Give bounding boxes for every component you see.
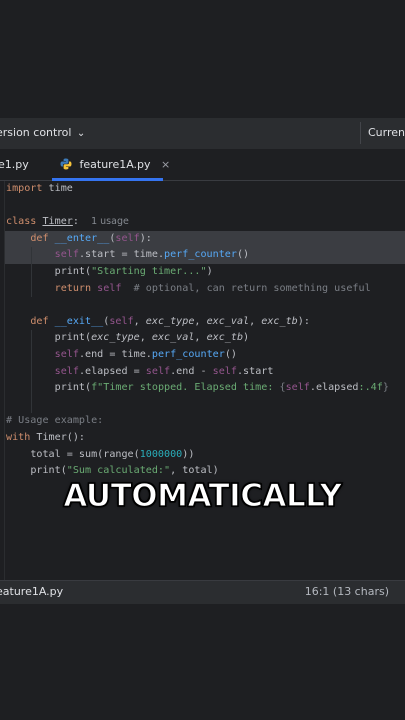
self-keyword: self (285, 382, 310, 393)
parameter: exc_tb (261, 316, 298, 327)
code-text: () (224, 349, 237, 360)
code-comment: # Usage example: (6, 415, 104, 426)
string-literal: f"Timer stopped. Elapsed time: (91, 382, 280, 393)
code-line-6: print("Starting timer...") (6, 264, 213, 281)
tab-label: feature1A.py (79, 158, 151, 171)
usage-hint[interactable]: 1 usage (91, 216, 129, 227)
chevron-down-icon: ⌄ (76, 128, 86, 139)
code-text: ) (243, 332, 250, 343)
code-text: .elapsed = (78, 366, 146, 377)
code-text: Timer(): (30, 432, 86, 443)
video-bottom-band (0, 604, 405, 720)
code-text: )) (182, 449, 195, 460)
cursor-position[interactable]: 16:1 (13 chars) (305, 585, 389, 598)
code-comment: # optional, can return something useful (133, 283, 371, 294)
number-literal: 1000000 (139, 449, 183, 460)
code-text: time (42, 183, 73, 194)
code-line-13: print(f"Timer stopped. Elapsed time: {se… (6, 380, 389, 397)
keyword: return (54, 283, 92, 294)
code-text: ): (139, 233, 152, 244)
self-keyword: self (54, 249, 79, 260)
tab-label: e1.py (0, 158, 29, 171)
close-icon[interactable]: × (161, 158, 170, 171)
parameter: exc_tb (206, 332, 244, 343)
version-control-menu[interactable]: ersion control ⌄ (0, 126, 85, 139)
python-file-icon (60, 158, 72, 170)
format-spec: :.4f (358, 382, 383, 393)
self-keyword: self (109, 316, 134, 327)
code-text: , total) (170, 465, 219, 476)
tab-feature1a-py[interactable]: feature1A.py × (52, 150, 170, 181)
code-text: .start (236, 366, 274, 377)
ide-toolbar: ersion control ⌄ Curren (0, 118, 405, 150)
parameter: exc_type (91, 332, 140, 343)
code-text: .end = time. (78, 349, 152, 360)
code-line-17: total = sum(range(1000000)) (6, 447, 194, 464)
self-keyword: self (54, 349, 79, 360)
code-text: .start = time. (78, 249, 165, 260)
code-text: ) (206, 266, 213, 277)
code-editor[interactable]: import time class Timer: 1 usage def __e… (0, 181, 405, 580)
status-file-name[interactable]: eature1A.py (0, 585, 63, 598)
code-line-9: def __exit__(self, exc_type, exc_val, ex… (6, 314, 310, 331)
code-line-5: self.start = time.perf_counter() (6, 247, 249, 264)
keyword: def (30, 316, 49, 327)
code-text: print( (54, 332, 92, 343)
version-control-label: ersion control (0, 126, 72, 139)
code-line-7: return self # optional, can return somet… (6, 281, 371, 298)
keyword: class (6, 216, 37, 227)
code-text: print( (54, 266, 92, 277)
string-literal: "Starting timer..." (91, 266, 207, 277)
code-text: , (139, 332, 152, 343)
code-line-1: import time (6, 181, 73, 198)
editor-tabs: e1.py feature1A.py × (0, 150, 405, 181)
code-text: total = sum(range( (30, 449, 140, 460)
parameter: exc_type (145, 316, 195, 327)
video-caption: AUTOMATICALLY (63, 477, 343, 514)
code-text: .elapsed (309, 382, 359, 393)
self-keyword: self (115, 233, 140, 244)
tab-e1-py[interactable]: e1.py (0, 150, 29, 180)
code-line-3: class Timer: 1 usage (6, 214, 129, 231)
self-keyword: self (145, 366, 171, 377)
code-text: .end - (170, 366, 213, 377)
self-keyword: self (212, 366, 237, 377)
code-text: , (249, 316, 262, 327)
function-name: __exit__ (54, 316, 104, 327)
code-line-10: print(exc_type, exc_val, exc_tb) (6, 330, 250, 347)
status-bar: eature1A.py 16:1 (13 chars) (0, 580, 405, 604)
fstring-brace: } (382, 382, 389, 393)
code-line-16: with Timer(): (6, 430, 85, 447)
self-keyword: self (97, 283, 122, 294)
current-file-menu[interactable]: Curren (368, 126, 405, 139)
code-text: () (236, 249, 250, 260)
code-text: : (72, 216, 79, 227)
code-line-12: self.elapsed = self.end - self.start (6, 364, 274, 381)
current-file-label: Curren (367, 126, 405, 139)
function-call: perf_counter (164, 249, 237, 260)
string-literal: "Sum calculated:" (66, 465, 171, 476)
self-keyword: self (54, 366, 79, 377)
code-line-15: # Usage example: (6, 413, 103, 430)
code-text: , (133, 316, 146, 327)
code-line-4: def __enter__(self): (6, 231, 152, 248)
code-text: , (194, 332, 207, 343)
code-text: print( (54, 382, 92, 393)
parameter: exc_val (206, 316, 250, 327)
function-call: perf_counter (151, 349, 225, 360)
toolbar-divider (360, 122, 361, 144)
video-top-band (0, 0, 405, 118)
code-text: ): (297, 316, 310, 327)
code-text: , (194, 316, 207, 327)
class-name[interactable]: Timer (42, 216, 72, 227)
code-text: print( (30, 465, 67, 476)
parameter: exc_val (151, 332, 195, 343)
keyword: import (6, 183, 43, 194)
keyword: def (30, 233, 49, 244)
function-name: __enter__ (54, 233, 110, 244)
code-line-11: self.end = time.perf_counter() (6, 347, 237, 364)
keyword: with (6, 432, 31, 443)
